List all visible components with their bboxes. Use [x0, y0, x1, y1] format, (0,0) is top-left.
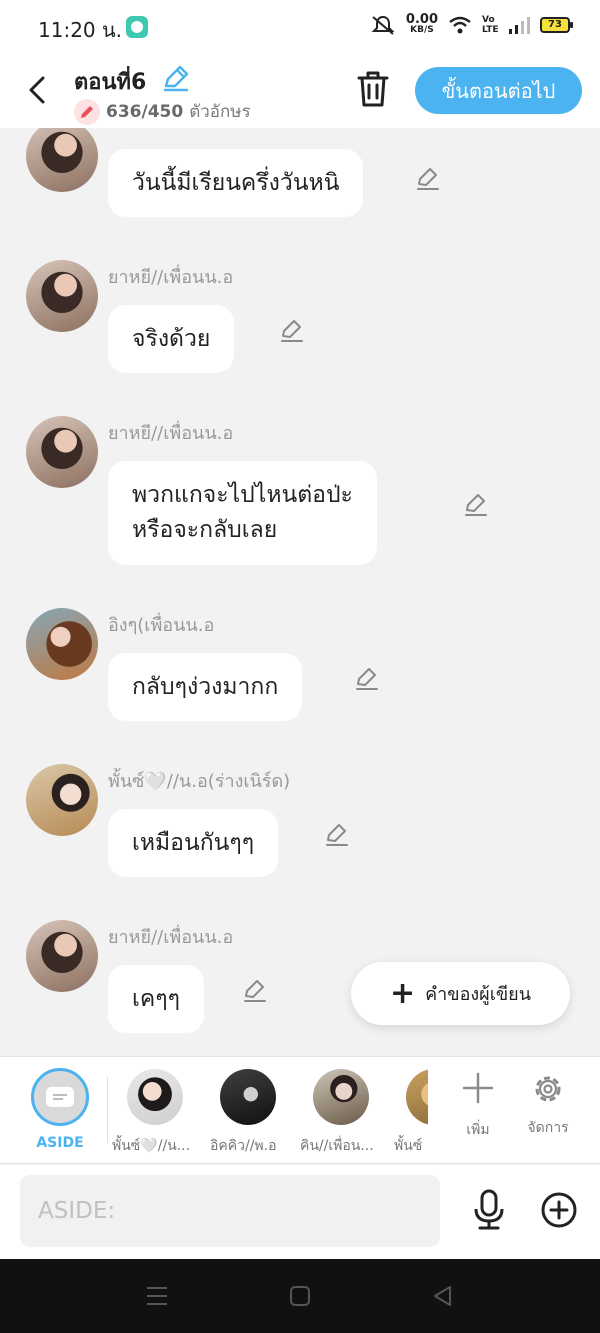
character-list[interactable]: พั้นซ์🤍//น... อิคคิว//พ.อ คิน//เพื่อน...… — [108, 1057, 428, 1165]
avatar[interactable] — [26, 920, 98, 992]
aside-icon — [46, 1087, 74, 1107]
message-bubble[interactable]: เคๆๆ — [108, 965, 204, 1033]
edit-message-icon[interactable] — [279, 318, 305, 344]
avatar — [127, 1069, 183, 1125]
editor-header: ตอนที่6 636/450 ตัวอักษร ขั้นตอนต่อไป — [0, 52, 600, 128]
avatar — [313, 1069, 369, 1125]
mute-icon — [371, 15, 395, 35]
volte-label: Vo LTE — [482, 15, 499, 35]
aside-button[interactable] — [31, 1068, 89, 1126]
plus-icon — [462, 1072, 494, 1104]
message-input[interactable] — [20, 1175, 440, 1247]
edit-message-icon[interactable] — [324, 822, 350, 848]
sender-name: อิงๆ(เพื่อนน.อ — [108, 615, 215, 636]
aside-label: ASIDE — [36, 1135, 84, 1151]
avatar — [220, 1069, 276, 1125]
wifi-icon — [449, 16, 471, 34]
author-note-button[interactable]: + คำของผู้เขียน — [351, 962, 570, 1025]
character-count-suffix: ตัวอักษร — [189, 102, 251, 122]
chat-list[interactable]: วันนี้มีเรียนครึ่งวันหนิ ยาหยี//เพื่อนน.… — [0, 128, 600, 1056]
character-name: พั้นซ์ — [394, 1138, 423, 1154]
home-icon[interactable] — [287, 1284, 313, 1308]
message-bubble[interactable]: วันนี้มีเรียนครึ่งวันหนิ — [108, 149, 364, 217]
net-unit: KB/S — [410, 25, 434, 35]
avatar[interactable] — [26, 764, 98, 836]
character-name: พั้นซ์🤍//น... — [112, 1138, 191, 1154]
message-text: วันนี้มีเรียนครึ่งวันหนิ — [132, 169, 340, 196]
add-label: เพิ่ม — [466, 1122, 490, 1138]
sender-name: ยาหยี//เพื่อนน.อ — [108, 927, 234, 948]
sender-name: ยาหยี//เพื่อนน.อ — [108, 423, 234, 444]
status-bar: 11:20 น. 0.00 KB/S Vo LTE 73 — [0, 0, 600, 52]
author-note-label: คำของผู้เขียน — [425, 984, 532, 1005]
next-step-button[interactable]: ขั้นตอนต่อไป — [415, 67, 582, 114]
avatar[interactable] — [26, 416, 98, 488]
compose-area — [0, 1165, 600, 1259]
edit-title-icon[interactable] — [162, 64, 190, 92]
edit-message-icon[interactable] — [463, 492, 489, 518]
net-rate: 0.00 — [405, 12, 438, 27]
sender-name: ยาหยี//เพื่อนน.อ — [108, 267, 234, 288]
add-character-button[interactable]: เพิ่ม — [446, 1071, 510, 1141]
message-bubble[interactable]: พวกแกจะไปไหนต่อป่ะ หรือจะกลับเลย — [108, 461, 377, 565]
status-time: 11:20 น. — [38, 18, 123, 42]
edit-message-icon[interactable] — [415, 166, 441, 192]
avatar[interactable] — [26, 128, 98, 192]
battery-icon: 73 — [540, 17, 573, 33]
edit-message-icon[interactable] — [354, 666, 380, 692]
message-text: กลับๆง่วงมากก — [132, 673, 279, 700]
gear-icon — [535, 1076, 561, 1102]
character-count-value: 636/450 — [106, 101, 184, 122]
pencil-icon — [74, 98, 100, 125]
character-name: อิคคิว//พ.อ — [210, 1138, 277, 1154]
microphone-icon[interactable] — [470, 1189, 508, 1231]
back-triangle-icon[interactable] — [430, 1284, 456, 1308]
sender-name: พั้นซ์🤍//น.อ(ร่างเนิร์ด) — [108, 771, 291, 792]
manage-characters-button[interactable]: จัดการ — [516, 1071, 580, 1139]
manage-label: จัดการ — [527, 1120, 569, 1136]
message-text: จริงด้วย — [132, 325, 211, 352]
system-nav-bar — [0, 1259, 600, 1333]
avatar[interactable] — [26, 260, 98, 332]
chevron-left-icon — [29, 76, 45, 104]
message-bubble[interactable]: จริงด้วย — [108, 305, 235, 373]
network-speed: 0.00 KB/S — [405, 12, 438, 36]
character-count: 636/450 ตัวอักษร — [74, 98, 251, 125]
signal-icon — [509, 17, 530, 34]
message-text: เหมือนกันๆๆ — [132, 829, 255, 856]
back-button[interactable] — [22, 70, 52, 110]
menu-icon[interactable] — [144, 1284, 170, 1308]
message-text: เคๆๆ — [132, 985, 180, 1012]
message-bubble[interactable]: กลับๆง่วงมากก — [108, 653, 303, 721]
plus-icon: + — [389, 975, 416, 1011]
character-bar: ASIDE พั้นซ์🤍//น... อิคคิว//พ.อ คิน//เพื… — [0, 1056, 600, 1164]
avatar[interactable] — [26, 608, 98, 680]
message-bubble[interactable]: เหมือนกันๆๆ — [108, 809, 279, 877]
character-name: คิน//เพื่อน... — [300, 1138, 374, 1154]
trash-icon[interactable] — [356, 70, 390, 108]
episode-title: ตอนที่6 — [74, 70, 147, 95]
edit-message-icon[interactable] — [242, 978, 268, 1004]
notification-app-icon — [126, 16, 148, 38]
add-media-icon[interactable] — [540, 1191, 578, 1229]
status-icons: 0.00 KB/S Vo LTE 73 — [370, 12, 573, 36]
avatar — [406, 1069, 428, 1125]
message-text: พวกแกจะไปไหนต่อป่ะ หรือจะกลับเลย — [132, 482, 353, 543]
